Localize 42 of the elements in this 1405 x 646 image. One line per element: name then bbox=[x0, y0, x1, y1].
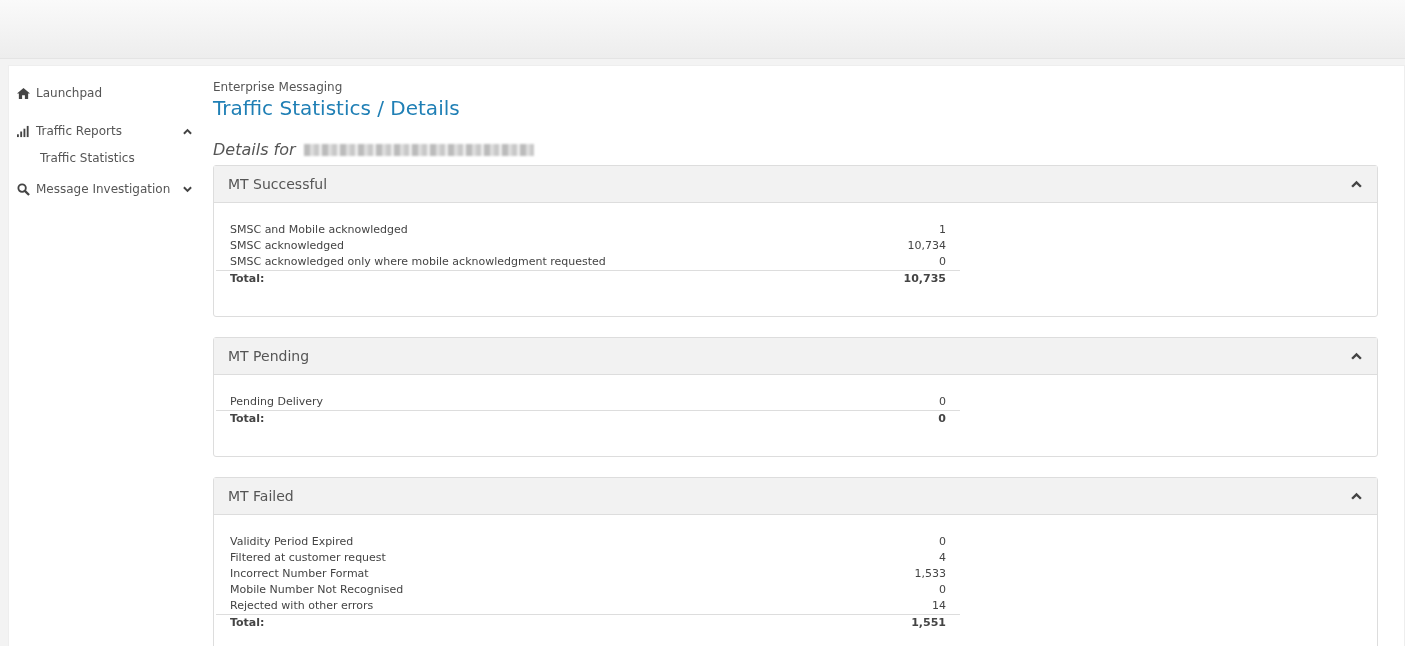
total-label: Total: bbox=[230, 615, 265, 630]
stat-value: 0 bbox=[939, 254, 946, 270]
stat-value: 0 bbox=[939, 534, 946, 550]
panel-title: MT Successful bbox=[228, 176, 328, 192]
stat-label: Filtered at customer request bbox=[230, 550, 386, 566]
nav-item[interactable]: Traffic Reports bbox=[36, 124, 122, 138]
stat-value: 1,533 bbox=[914, 566, 946, 582]
stat-value: 10,734 bbox=[907, 238, 946, 254]
stat-label: SMSC acknowledged bbox=[230, 238, 345, 254]
panel-title: MT Failed bbox=[228, 488, 294, 504]
stat-value: 4 bbox=[939, 550, 946, 566]
stat-value: 0 bbox=[939, 582, 946, 598]
total-value: 0 bbox=[938, 411, 946, 426]
page-title: Traffic Statistics / Details bbox=[213, 96, 461, 120]
details-heading: Details for bbox=[213, 140, 296, 159]
stat-value: 1 bbox=[939, 222, 946, 238]
nav-item[interactable]: Message Investigation bbox=[36, 182, 171, 196]
total-value: 1,551 bbox=[911, 615, 946, 630]
total-value: 10,735 bbox=[903, 271, 946, 286]
chevron-down-icon[interactable] bbox=[183, 185, 192, 193]
stat-value: 0 bbox=[939, 394, 946, 410]
stat-label: Rejected with other errors bbox=[230, 598, 374, 614]
total-label: Total: bbox=[230, 271, 265, 286]
stat-label: Mobile Number Not Recognised bbox=[230, 582, 404, 598]
nav-subitem[interactable]: Traffic Statistics bbox=[17, 151, 204, 165]
chevron-up-icon[interactable] bbox=[1351, 352, 1362, 360]
stat-label: Pending Delivery bbox=[230, 394, 324, 410]
stat-value: 14 bbox=[932, 598, 946, 614]
panel-title: MT Pending bbox=[228, 348, 310, 364]
nav-item[interactable]: Launchpad bbox=[36, 86, 103, 100]
stat-label: SMSC and Mobile acknowledged bbox=[230, 222, 408, 238]
chevron-up-icon[interactable] bbox=[1351, 180, 1362, 188]
breadcrumb: Enterprise Messaging bbox=[213, 80, 344, 94]
stat-label: Validity Period Expired bbox=[230, 534, 354, 550]
chevron-up-icon[interactable] bbox=[1351, 492, 1362, 500]
home-icon bbox=[17, 86, 30, 100]
search-icon bbox=[17, 182, 30, 196]
stat-label: SMSC acknowledged only where mobile acknowledgment requested bbox=[230, 254, 606, 270]
total-label: Total: bbox=[230, 411, 265, 426]
chevron-up-icon[interactable] bbox=[183, 127, 192, 135]
bar-chart-icon bbox=[17, 124, 30, 138]
stat-label: Incorrect Number Format bbox=[230, 566, 369, 582]
